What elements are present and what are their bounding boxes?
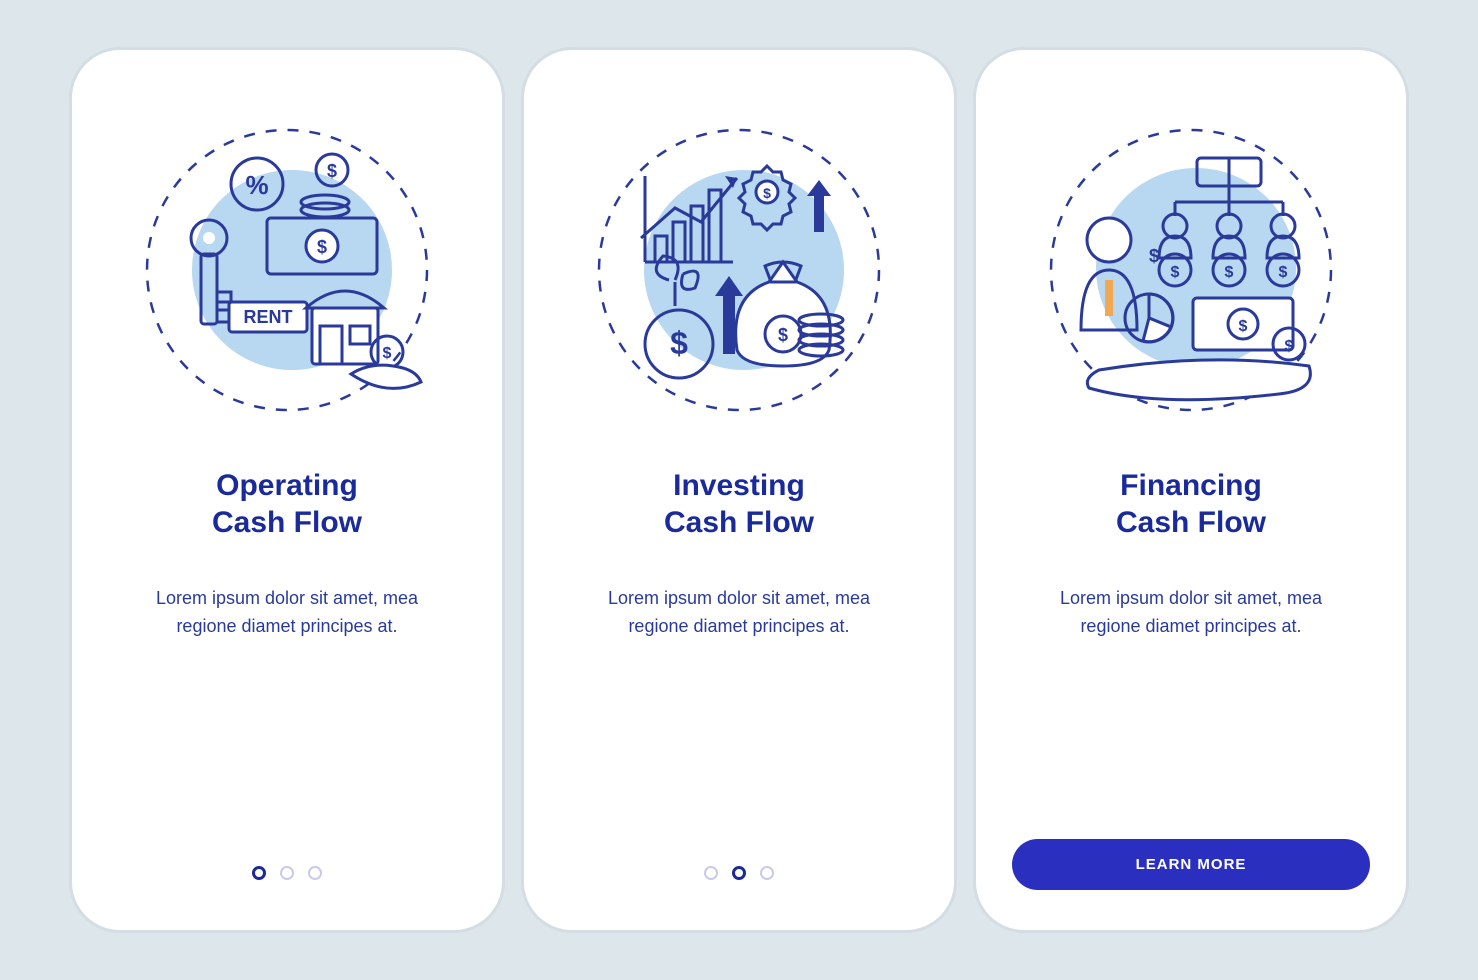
- svg-text:$: $: [1239, 318, 1248, 335]
- learn-more-button[interactable]: LEARN MORE: [1012, 839, 1370, 890]
- page-dot-3[interactable]: [760, 866, 774, 880]
- rent-label: RENT: [244, 307, 293, 327]
- svg-text:$: $: [778, 325, 788, 345]
- onboarding-screens: % $ $ RENT: [72, 50, 1406, 930]
- svg-text:$: $: [763, 185, 771, 201]
- page-indicator: [252, 866, 322, 880]
- screen-3-heading: Financing Cash Flow: [1116, 468, 1266, 541]
- svg-text:%: %: [245, 170, 268, 200]
- svg-text:$: $: [383, 345, 392, 362]
- svg-text:$: $: [1171, 264, 1180, 281]
- screen-2-heading: Investing Cash Flow: [664, 468, 814, 541]
- page-dot-1[interactable]: [704, 866, 718, 880]
- screen-1-heading: Operating Cash Flow: [212, 468, 362, 541]
- screen-1-body: Lorem ipsum dolor sit amet, mea regione …: [127, 585, 447, 641]
- svg-text:$: $: [317, 237, 327, 257]
- onboarding-screen-3[interactable]: $ $ $ $: [976, 50, 1406, 930]
- svg-text:$: $: [670, 325, 688, 361]
- page-dot-1[interactable]: [252, 866, 266, 880]
- operating-cash-flow-icon: % $ $ RENT: [137, 120, 437, 420]
- onboarding-screen-1[interactable]: % $ $ RENT: [72, 50, 502, 930]
- svg-text:$: $: [327, 161, 337, 181]
- investing-cash-flow-icon: $ $ $: [589, 120, 889, 420]
- page-dot-2[interactable]: [732, 866, 746, 880]
- svg-text:$: $: [1225, 264, 1234, 281]
- svg-text:$: $: [1149, 246, 1159, 266]
- onboarding-screen-2[interactable]: $ $ $: [524, 50, 954, 930]
- svg-text:$: $: [1285, 338, 1294, 355]
- screen-2-body: Lorem ipsum dolor sit amet, mea regione …: [579, 585, 899, 641]
- screen-3-body: Lorem ipsum dolor sit amet, mea regione …: [1031, 585, 1351, 641]
- page-indicator: [704, 866, 774, 880]
- page-dot-3[interactable]: [308, 866, 322, 880]
- financing-cash-flow-icon: $ $ $ $: [1041, 120, 1341, 420]
- page-dot-2[interactable]: [280, 866, 294, 880]
- svg-text:$: $: [1279, 264, 1288, 281]
